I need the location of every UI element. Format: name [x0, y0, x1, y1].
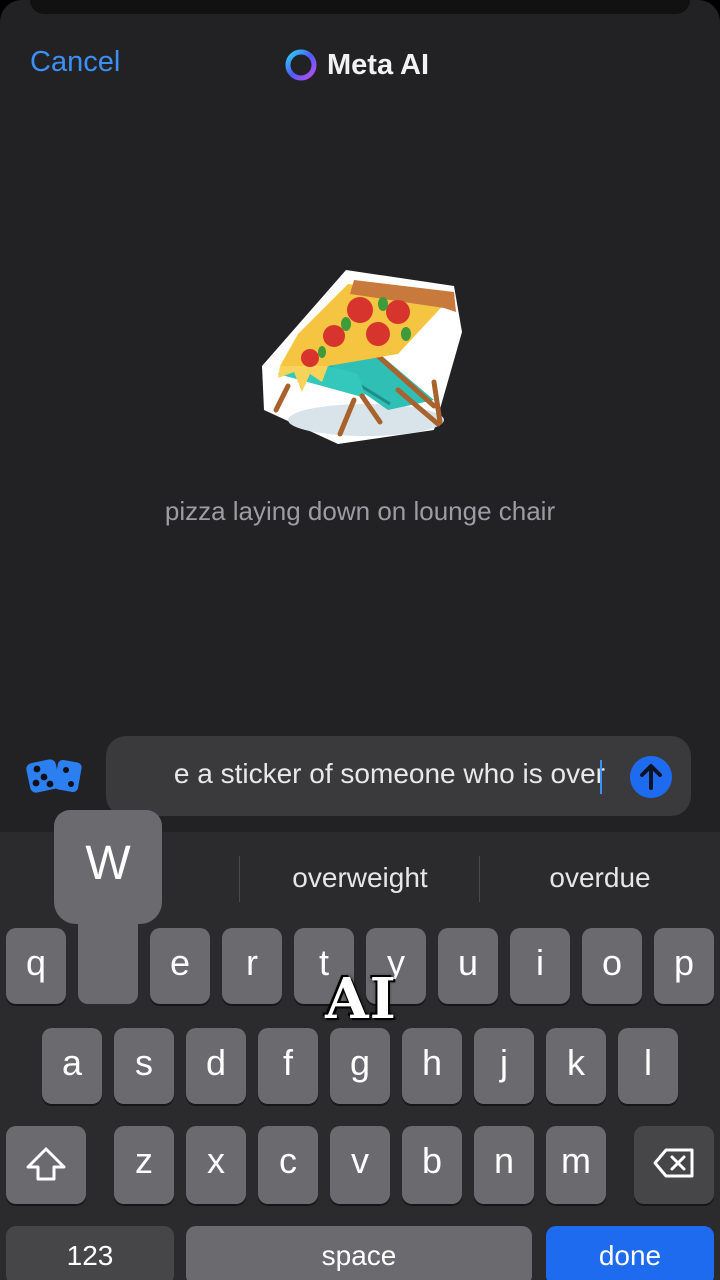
- shift-key[interactable]: [6, 1126, 86, 1204]
- key-e[interactable]: e: [150, 928, 210, 1004]
- numbers-key[interactable]: 123: [6, 1226, 174, 1280]
- key-u[interactable]: u: [438, 928, 498, 1004]
- key-r[interactable]: r: [222, 928, 282, 1004]
- shift-arrow-icon: [26, 1147, 66, 1181]
- pizza-lounge-chair-sticker[interactable]: [258, 262, 464, 448]
- sticker-caption: pizza laying down on lounge chair: [164, 496, 556, 526]
- header: Cancel Meta AI: [0, 36, 720, 96]
- meta-ai-logo-icon: [285, 49, 317, 81]
- suggestion-divider: [479, 856, 480, 902]
- key-n[interactable]: n: [474, 1126, 534, 1204]
- suggestion-2[interactable]: overdue: [490, 862, 710, 894]
- key-i[interactable]: i: [510, 928, 570, 1004]
- suggestion-divider: [239, 856, 240, 902]
- key-d[interactable]: d: [186, 1028, 246, 1104]
- key-j[interactable]: j: [474, 1028, 534, 1104]
- key-f[interactable]: f: [258, 1028, 318, 1104]
- key-s[interactable]: s: [114, 1028, 174, 1104]
- text-caret: [600, 760, 602, 794]
- key-o[interactable]: o: [582, 928, 642, 1004]
- prompt-input[interactable]: e a sticker of someone who is over: [106, 736, 691, 816]
- key-z[interactable]: z: [114, 1126, 174, 1204]
- suggestion-1[interactable]: overweight: [250, 862, 470, 894]
- key-b[interactable]: b: [402, 1126, 462, 1204]
- cancel-button[interactable]: Cancel: [30, 46, 120, 79]
- watermark: AI: [325, 966, 397, 1032]
- background-sheet-edge: [30, 0, 690, 14]
- backspace-icon: [653, 1148, 694, 1178]
- key-l[interactable]: l: [618, 1028, 678, 1104]
- arrow-up-icon[interactable]: [630, 756, 672, 798]
- key-m[interactable]: m: [546, 1126, 606, 1204]
- key-a[interactable]: a: [42, 1028, 102, 1104]
- key-k[interactable]: k: [546, 1028, 606, 1104]
- key-x[interactable]: x: [186, 1126, 246, 1204]
- space-key[interactable]: space: [186, 1226, 532, 1280]
- done-key[interactable]: done: [546, 1226, 714, 1280]
- key-c[interactable]: c: [258, 1126, 318, 1204]
- prompt-input-text: e a sticker of someone who is over: [173, 758, 605, 789]
- dice-icon[interactable]: [24, 755, 84, 797]
- meta-ai-sheet: Cancel Meta AI pizza laying down on loun…: [0, 0, 720, 1280]
- key-q[interactable]: q: [6, 928, 66, 1004]
- backspace-key[interactable]: [634, 1126, 714, 1204]
- key-preview-letter: W: [85, 837, 131, 890]
- key-v[interactable]: v: [330, 1126, 390, 1204]
- key-p[interactable]: p: [654, 928, 714, 1004]
- key-g[interactable]: g: [330, 1028, 390, 1104]
- key-h[interactable]: h: [402, 1028, 462, 1104]
- title-wrap: Meta AI: [284, 44, 429, 86]
- page-title: Meta AI: [327, 48, 430, 81]
